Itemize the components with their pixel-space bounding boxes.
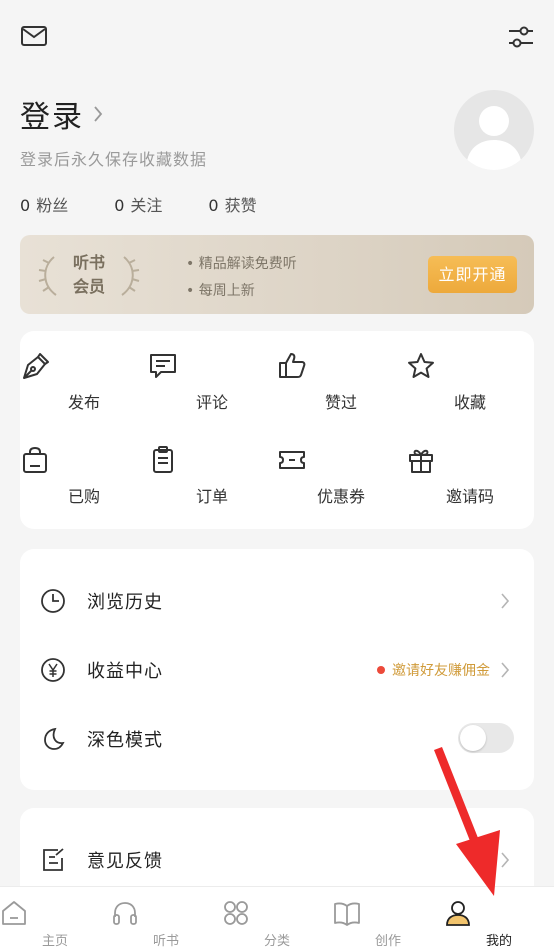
home-icon xyxy=(0,899,110,927)
grid-item-coupons[interactable]: 优惠券 xyxy=(277,445,405,507)
grid-item-label: 订单 xyxy=(195,487,228,506)
shortcuts-card: 发布 评论 赞过 收藏 已购 订单 优惠券 邀请码 xyxy=(20,331,534,529)
yen-coin-icon xyxy=(40,657,66,683)
gift-icon xyxy=(406,445,534,475)
grid-item-label: 优惠券 xyxy=(316,487,365,506)
chevron-right-icon xyxy=(500,661,510,679)
grid-item-label: 收藏 xyxy=(453,393,486,412)
grid-item-label: 邀请码 xyxy=(445,487,494,506)
vip-label: 听书 会员 xyxy=(72,253,105,296)
vip-feature: • 精品解读免费听 xyxy=(186,256,297,272)
invite-promo: 邀请好友赚佣金 xyxy=(377,660,490,680)
grid-item-purchased[interactable]: 已购 xyxy=(20,445,148,507)
tab-label: 创作 xyxy=(374,934,401,949)
grid-item-label: 评论 xyxy=(195,393,228,412)
grid-item-comments[interactable]: 评论 xyxy=(148,351,276,413)
grid-item-publish[interactable]: 发布 xyxy=(20,351,148,413)
tab-label: 我的 xyxy=(485,934,512,949)
sliders-icon[interactable] xyxy=(508,24,534,50)
chevron-right-icon xyxy=(92,104,104,124)
moon-icon xyxy=(40,726,66,752)
grid-item-label: 已购 xyxy=(67,487,100,506)
shopping-bag-icon xyxy=(20,445,148,475)
top-bar xyxy=(0,0,554,70)
tab-label: 主页 xyxy=(41,934,68,949)
stat-fans[interactable]: 0 粉丝 xyxy=(20,192,68,216)
grid-item-invite-code[interactable]: 邀请码 xyxy=(406,445,534,507)
mail-icon[interactable] xyxy=(20,24,48,48)
clipboard-icon xyxy=(148,445,276,475)
tab-label: 分类 xyxy=(263,934,290,949)
category-icon xyxy=(222,899,332,927)
grid-item-orders[interactable]: 订单 xyxy=(148,445,276,507)
list-item-label: 意见反馈 xyxy=(87,851,163,872)
ticket-icon xyxy=(277,445,405,475)
stat-following[interactable]: 0 关注 xyxy=(114,192,162,216)
thumbs-up-icon xyxy=(277,351,405,381)
tab-create[interactable]: 创作 xyxy=(333,899,443,949)
headphones-icon xyxy=(111,899,221,927)
grid-item-liked[interactable]: 赞过 xyxy=(277,351,405,413)
chevron-right-icon xyxy=(500,592,510,610)
list-item-income[interactable]: 收益中心 邀请好友赚佣金 xyxy=(20,640,534,700)
vip-feature: • 每周上新 xyxy=(186,283,255,299)
tab-label: 听书 xyxy=(152,934,179,949)
comment-icon xyxy=(148,351,276,381)
clock-icon xyxy=(40,588,66,614)
grid-item-label: 发布 xyxy=(67,393,100,412)
star-icon xyxy=(406,351,534,381)
pen-icon xyxy=(20,351,148,381)
grid-item-favorites[interactable]: 收藏 xyxy=(406,351,534,413)
edit-note-icon xyxy=(40,847,66,873)
login-subtitle: 登录后永久保存收藏数据 xyxy=(20,150,208,169)
tab-home[interactable]: 主页 xyxy=(0,899,110,949)
tab-categories[interactable]: 分类 xyxy=(222,899,332,949)
login-link[interactable]: 登录 xyxy=(20,92,104,136)
stat-likes[interactable]: 0 获赞 xyxy=(208,192,256,216)
tab-me[interactable]: 我的 xyxy=(444,899,554,949)
stats-row: 0 粉丝 0 关注 0 获赞 xyxy=(20,192,303,216)
avatar[interactable] xyxy=(454,90,534,170)
list-item-label: 深色模式 xyxy=(87,730,163,751)
grid-item-label: 赞过 xyxy=(324,393,357,412)
red-dot-badge xyxy=(377,666,385,674)
red-arrow-icon xyxy=(420,744,510,904)
vip-open-button[interactable]: 立即开通 xyxy=(428,256,517,293)
list-item-label: 浏览历史 xyxy=(87,592,163,613)
login-title: 登录 xyxy=(20,100,84,135)
list-item-label: 收益中心 xyxy=(87,661,163,682)
tab-audiobooks[interactable]: 听书 xyxy=(111,899,221,949)
list-item-history[interactable]: 浏览历史 xyxy=(20,571,534,631)
